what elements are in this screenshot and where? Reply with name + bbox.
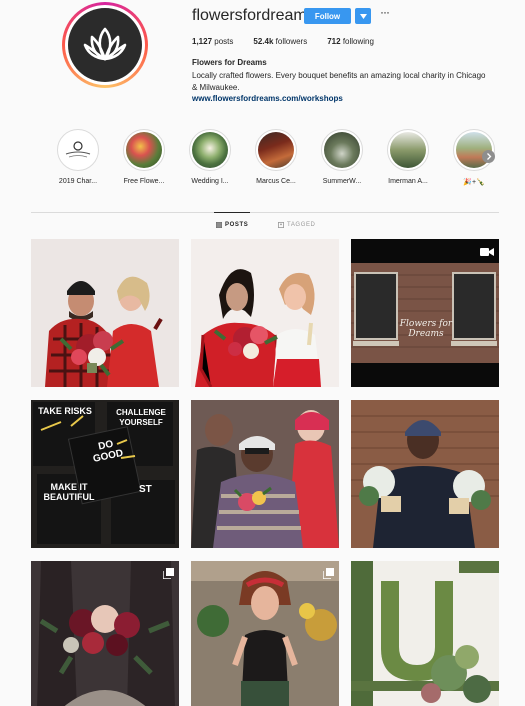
following-count: 712 [327,37,341,46]
tab-posts-label: POSTS [225,222,249,228]
post-image [351,239,499,387]
following-stat[interactable]: 712 following [327,37,374,46]
highlight-cover [60,132,96,168]
suggested-dropdown-button[interactable] [355,8,371,24]
followers-stat[interactable]: 52.4k followers [253,37,307,46]
caret-down-icon [359,13,367,19]
post-thumbnail[interactable] [351,561,499,706]
post-thumbnail[interactable] [31,561,179,706]
highlight-cover [258,132,294,168]
avatar-frame [65,5,145,85]
highlights-next-button[interactable] [482,150,495,163]
post-image [351,400,499,548]
poster-text-st: ST [139,484,152,495]
follow-button[interactable]: Follow [304,8,351,24]
video-camera-icon [480,244,494,262]
followers-stat-label: followers [275,37,308,46]
bio-link[interactable]: www.flowersfordreams.com/workshops [192,94,343,103]
post-image [31,239,179,387]
highlight-item[interactable]: Free Flowe... [111,129,177,186]
post-image [31,561,179,706]
highlight-label: Marcus Ce... [256,178,296,185]
highlight-item[interactable]: Wedding I... [177,129,243,186]
poster-text-take-risks: TAKE RISKS [38,406,92,416]
profile-stats: 1,127 posts 52.4k followers 712 followin… [192,37,394,46]
highlight-cover [192,132,228,168]
following-stat-label: following [342,37,374,46]
posts-count: 1,127 [192,37,213,46]
grid-icon [216,222,222,228]
bio-text: Locally crafted flowers. Every bouquet b… [192,71,486,92]
followers-count: 52.4k [253,37,274,46]
highlight-ring [255,129,297,171]
highlight-cover [324,132,360,168]
poster-text-make-beautiful: MAKE IT BEAUTIFUL [43,482,95,502]
highlight-item[interactable]: 🎉+🍾 [441,129,507,186]
post-thumbnail[interactable] [351,400,499,548]
highlight-item[interactable]: Marcus Ce... [243,129,309,186]
tagged-person-icon [278,222,284,228]
tab-tagged-label: TAGGED [287,222,316,228]
post-image [351,561,499,706]
post-thumbnail[interactable] [191,561,339,706]
highlight-item[interactable]: 2019 Char... [45,129,111,186]
poster-text-challenge: CHALLENGE YOURSELF [116,408,166,427]
highlight-item[interactable]: Imerman A... [375,129,441,186]
active-tab-indicator [214,212,250,213]
post-thumbnail[interactable]: TAKE RISKS CHALLENGE YOURSELF DO GOOD MA… [31,400,179,548]
profile-avatar[interactable] [62,2,148,88]
profile-username: flowersfordreams [192,7,315,24]
highlight-label: Wedding I... [191,178,229,185]
post-thumbnail[interactable] [31,239,179,387]
posts-stat-label: posts [214,37,234,46]
post-image [191,239,339,387]
highlight-label: SummerW... [322,178,362,185]
posts-stat: 1,127 posts [192,37,233,46]
highlight-ring [387,129,429,171]
highlight-ring [321,129,363,171]
carousel-icon [322,566,334,584]
highlight-label: 2019 Char... [58,178,98,185]
more-options-icon[interactable]: ··· [380,5,390,19]
post-thumbnail[interactable] [191,239,339,387]
highlight-label: 🎉+🍾 [463,179,485,186]
post-image [191,400,339,548]
highlight-label: Free Flowe... [123,178,165,185]
lotus-logo-icon [68,8,142,82]
tab-posts[interactable]: POSTS [216,222,248,228]
video-overlay-text: Flowers for Dreams [399,319,453,339]
chevron-right-icon [486,153,491,160]
highlight-item[interactable]: SummerW... [309,129,375,186]
tab-divider [31,212,499,213]
highlight-cover [390,132,426,168]
highlight-ring [57,129,99,171]
post-thumbnail[interactable]: Flowers for Dreams [351,239,499,387]
highlight-cover-image [65,141,91,158]
highlight-ring [123,129,165,171]
highlight-label: Imerman A... [388,178,428,185]
bio-name: Flowers for Dreams [192,58,267,67]
highlight-cover [126,132,162,168]
highlight-ring [189,129,231,171]
post-thumbnail[interactable] [191,400,339,548]
carousel-icon [162,566,174,584]
story-highlights: 2019 Char... Free Flowe... Wedding I... … [45,129,507,186]
tab-tagged[interactable]: TAGGED [278,222,316,228]
post-image [191,561,339,706]
